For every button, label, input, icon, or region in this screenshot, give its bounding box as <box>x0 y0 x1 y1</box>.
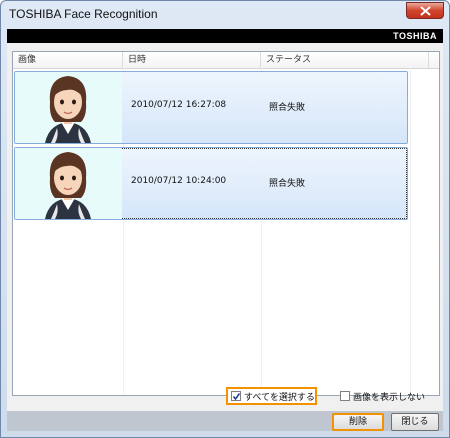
face-thumbnail <box>15 72 122 143</box>
row-status: 照合失敗 <box>269 103 306 113</box>
list-row[interactable]: 2010/07/12 16:27:08 照合失敗 <box>14 71 408 144</box>
column-header-datetime[interactable]: 日時 <box>123 52 261 68</box>
hide-images-label: 画像を表示しない <box>353 392 426 403</box>
column-header-image[interactable]: 画像 <box>13 52 123 68</box>
window-close-button[interactable] <box>406 2 444 19</box>
options-row: すべてを選択する 画像を表示しない <box>7 381 443 409</box>
list-header: 画像 日時 ステータス <box>13 52 439 69</box>
face-image <box>45 152 91 219</box>
title-bar[interactable]: TOSHIBA Face Recognition <box>1 1 449 27</box>
select-all-label: すべてを選択する <box>244 392 315 403</box>
face-recognition-window: TOSHIBA Face Recognition TOSHIBA 画像 日時 ス… <box>0 0 450 438</box>
column-divider <box>410 68 411 395</box>
brand-bar: TOSHIBA <box>7 29 443 43</box>
window-title: TOSHIBA Face Recognition <box>9 7 158 21</box>
checkmark-icon <box>232 393 241 401</box>
checkbox-box[interactable] <box>231 391 241 401</box>
delete-button[interactable]: 削除 <box>332 413 384 431</box>
row-datetime: 2010/07/12 10:24:00 <box>131 176 227 186</box>
face-image <box>45 76 91 143</box>
close-button[interactable]: 閉じる <box>391 413 439 431</box>
row-datetime: 2010/07/12 16:27:08 <box>131 100 227 110</box>
list-row[interactable]: 2010/07/12 10:24:00 照合失敗 <box>14 147 408 220</box>
close-icon <box>420 6 431 16</box>
row-status: 照合失敗 <box>269 179 306 189</box>
checkbox-box[interactable] <box>340 391 350 401</box>
history-list[interactable]: 画像 日時 ステータス 2010/07/12 16:27:08 照合失敗 201… <box>12 51 440 396</box>
client-area: TOSHIBA 画像 日時 ステータス 2010/07/12 16:27:08 … <box>7 29 443 431</box>
hide-images-checkbox[interactable]: 画像を表示しない <box>337 387 437 405</box>
face-thumbnail <box>15 148 122 219</box>
column-header-status[interactable]: ステータス <box>261 52 429 68</box>
toshiba-logo: TOSHIBA <box>393 31 437 41</box>
select-all-checkbox[interactable]: すべてを選択する <box>226 387 317 405</box>
